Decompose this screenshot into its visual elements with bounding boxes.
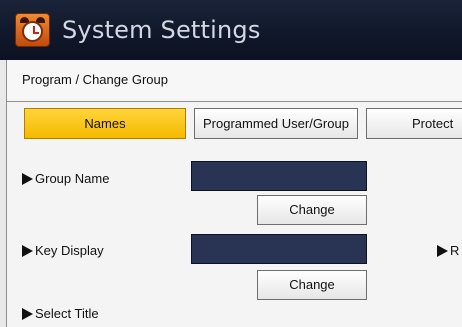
alarm-clock-icon [15, 13, 50, 47]
group-name-change-button[interactable]: Change [257, 195, 367, 225]
tab-programmed-user-group[interactable]: Programmed User/Group [194, 108, 358, 139]
triangle-right-icon [437, 244, 448, 257]
group-name-field [191, 161, 367, 191]
right-cut-label-text: R [450, 243, 460, 258]
triangle-right-icon [22, 307, 33, 320]
key-display-label-text: Key Display [35, 243, 104, 258]
select-title-label: Select Title [22, 306, 99, 321]
triangle-right-icon [22, 244, 33, 257]
triangle-right-icon [22, 172, 33, 185]
tab-names[interactable]: Names [24, 108, 186, 139]
key-display-label: Key Display [22, 243, 104, 258]
settings-panel: Program / Change Group Names Programmed … [6, 60, 462, 327]
window-title: System Settings [62, 16, 261, 44]
key-display-field [191, 234, 367, 264]
group-name-label-text: Group Name [35, 171, 110, 186]
group-name-label: Group Name [22, 171, 109, 186]
select-title-label-text: Select Title [35, 306, 99, 321]
title-bar: System Settings [0, 0, 462, 60]
tab-protect[interactable]: Protect [366, 108, 462, 139]
right-cut-label: R [437, 243, 459, 258]
breadcrumb: Program / Change Group [7, 60, 462, 102]
key-display-change-button[interactable]: Change [257, 270, 367, 300]
breadcrumb-text: Program / Change Group [22, 72, 168, 87]
